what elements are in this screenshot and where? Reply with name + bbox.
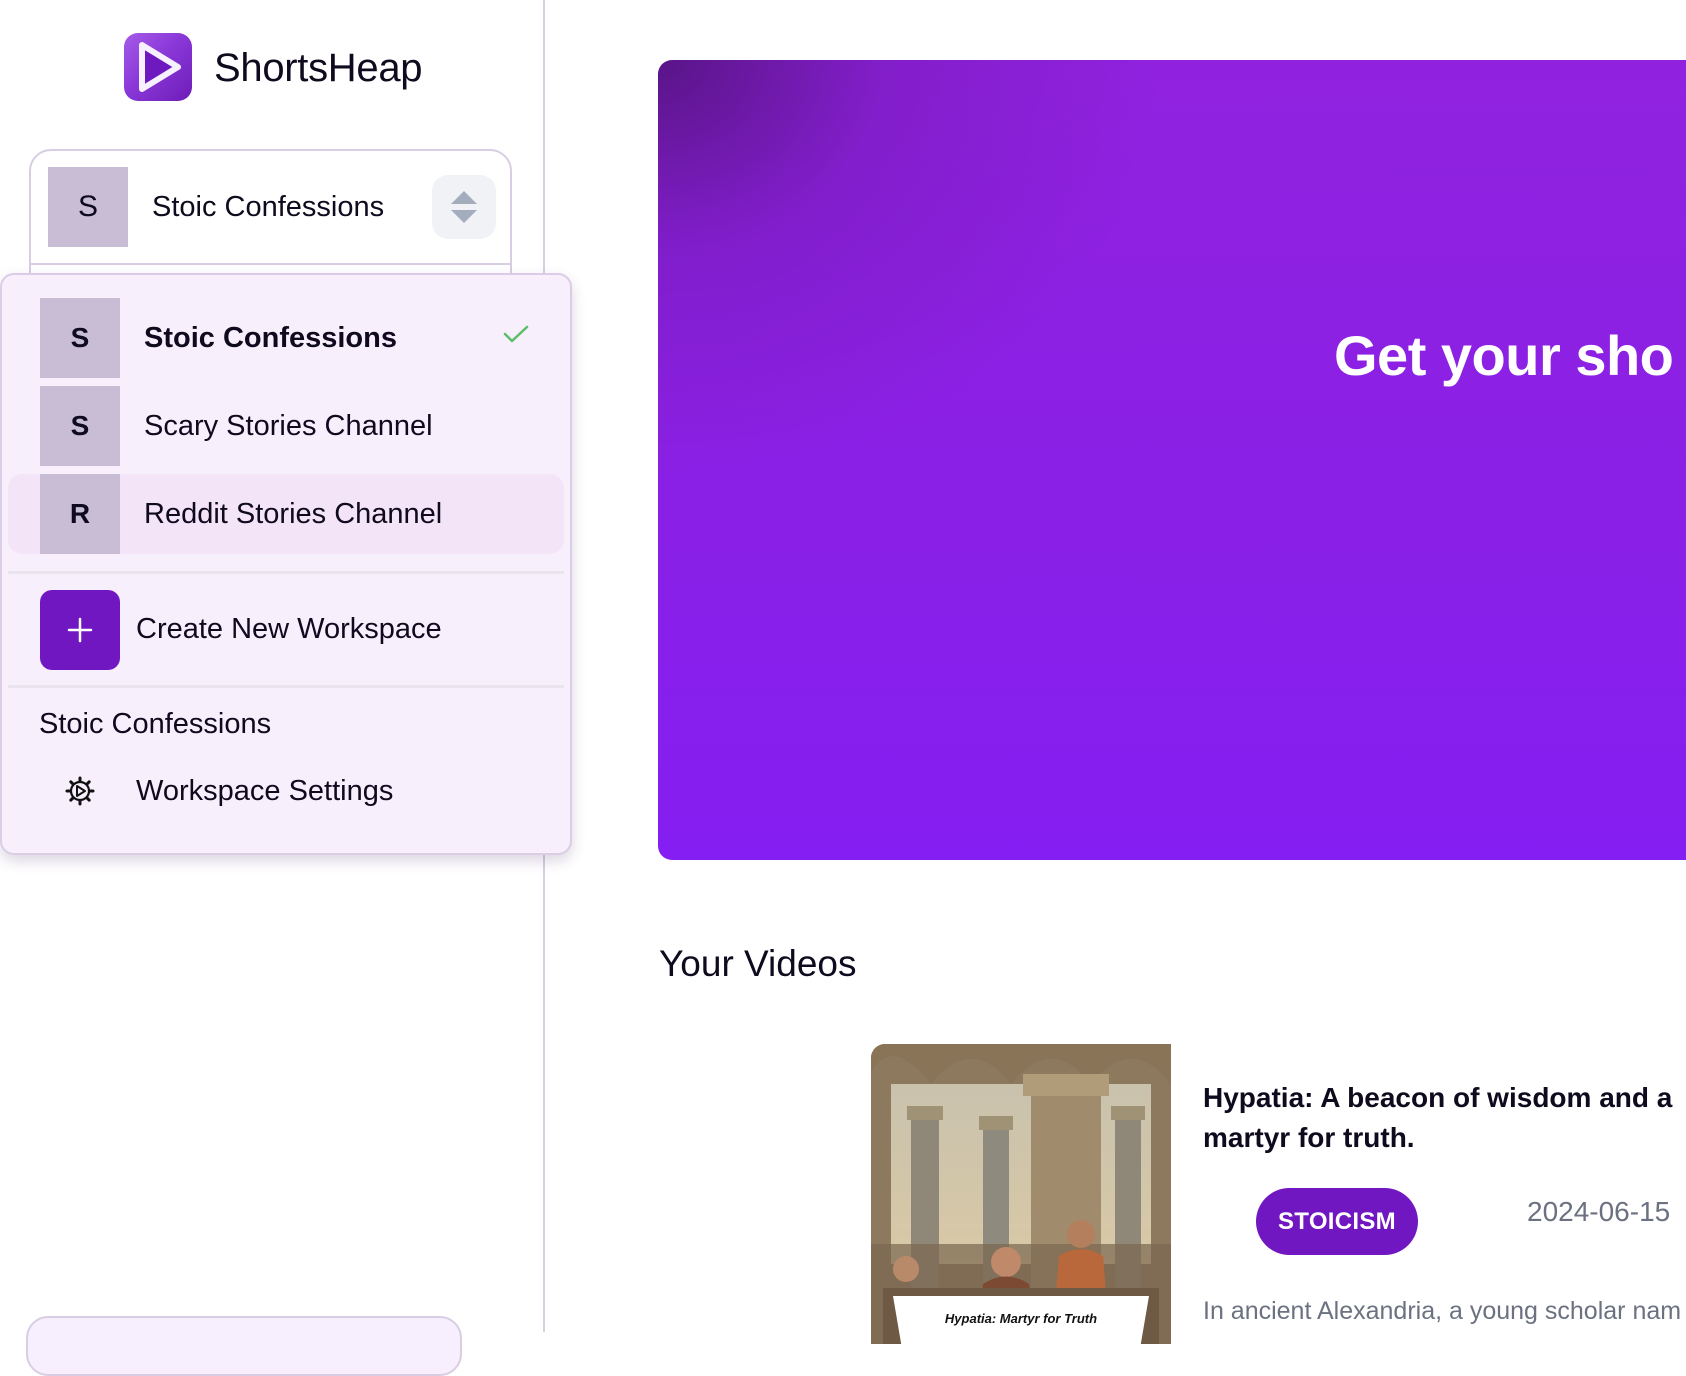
video-description: In ancient Alexandria, a young scholar n… [1203,1297,1682,1325]
menu-divider [8,571,564,574]
video-tag-badge[interactable]: STOICISM [1256,1188,1418,1255]
workspace-settings-label: Workspace Settings [136,775,394,807]
sidebar-bottom-card[interactable] [26,1316,462,1376]
workspace-toggle-button[interactable] [432,175,496,239]
video-thumbnail[interactable]: Hypatia: Martyr for Truth [871,1044,1171,1344]
workspace-avatar: S [48,167,128,247]
video-card[interactable]: Hypatia: Martyr for Truth Hypatia: A bea… [871,1044,1686,1344]
workspace-option-stoic-confessions[interactable]: S Stoic Confessions [8,298,564,378]
workspace-avatar: S [40,298,120,378]
workspace-dropdown-menu: S Stoic Confessions S Scary Stories Chan… [0,273,572,855]
workspace-avatar: R [40,474,120,554]
workspace-settings-item[interactable]: Workspace Settings [8,761,564,821]
workspace-avatar: S [40,386,120,466]
thumbnail-caption-text: Hypatia: Martyr for Truth [944,1311,1098,1326]
video-date: 2024-06-15 [1527,1196,1671,1227]
video-title[interactable]: Hypatia: A beacon of wisdom and a martyr… [1203,1078,1686,1158]
thumbnail-caption: Hypatia: Martyr for Truth [893,1296,1149,1344]
brand-name[interactable]: ShortsHeap [214,44,423,92]
brand-logo-icon[interactable] [124,33,192,101]
check-icon [502,324,530,349]
workspace-name: Stoic Confessions [152,191,385,223]
workspace-option-label: Reddit Stories Channel [144,498,443,530]
workspace-option-label: Scary Stories Channel [144,410,433,442]
workspace-option-label: Stoic Confessions [144,322,397,354]
workspace-option-scary-stories-channel[interactable]: S Scary Stories Channel [8,386,564,466]
menu-divider [8,685,564,688]
hero-headline: Get your sho [1334,324,1674,387]
current-workspace-section-label: Stoic Confessions [39,708,272,740]
create-workspace-button[interactable] [40,590,120,670]
your-videos-heading: Your Videos [659,943,857,984]
hero-banner: Get your sho [658,60,1686,860]
workspace-option-reddit-stories-channel[interactable]: R Reddit Stories Channel [8,474,564,554]
selector-divider [31,263,510,265]
create-workspace-label[interactable]: Create New Workspace [136,611,442,647]
